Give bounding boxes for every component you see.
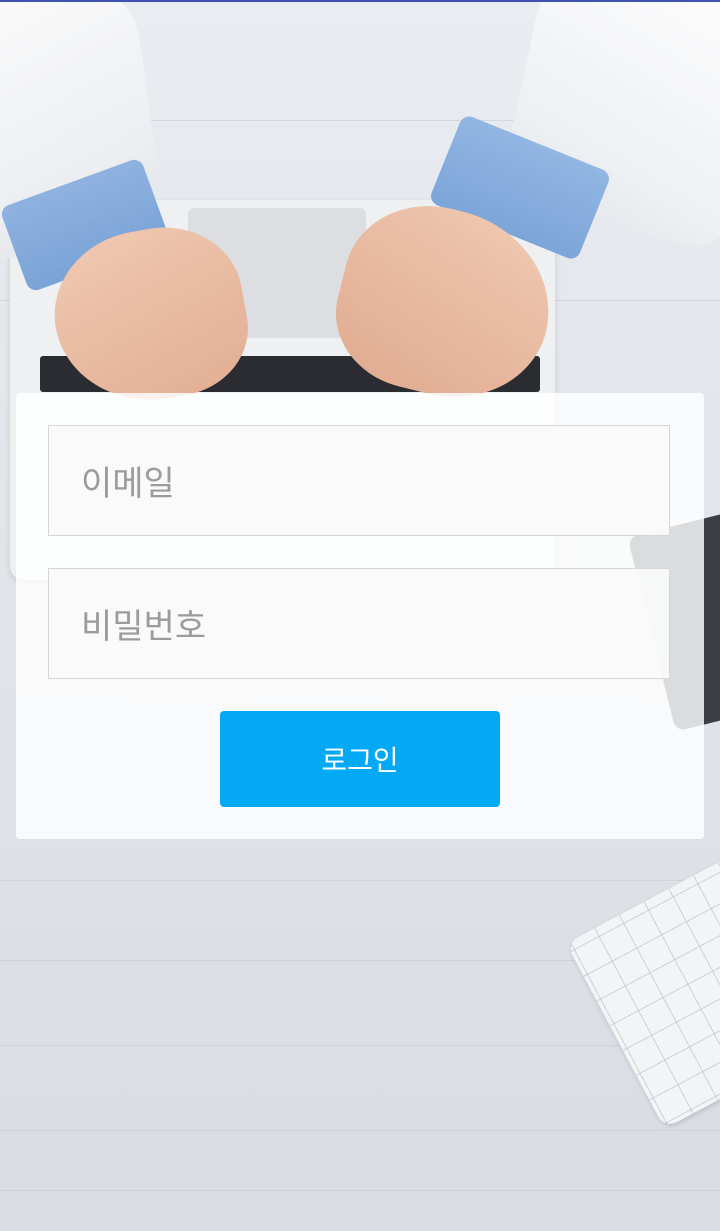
login-button-label: 로그인 (321, 744, 399, 777)
email-placeholder: 이메일 (81, 464, 175, 504)
password-placeholder: 비밀번호 (81, 607, 207, 647)
password-input[interactable]: 비밀번호 (48, 568, 670, 679)
login-card: 이메일 비밀번호 로그인 (16, 393, 704, 839)
top-accent-line (0, 0, 720, 2)
email-input[interactable]: 이메일 (48, 425, 670, 536)
external-keyboard-image (565, 821, 720, 1129)
login-button[interactable]: 로그인 (220, 711, 500, 807)
login-screen: 이메일 비밀번호 로그인 (0, 0, 720, 1231)
